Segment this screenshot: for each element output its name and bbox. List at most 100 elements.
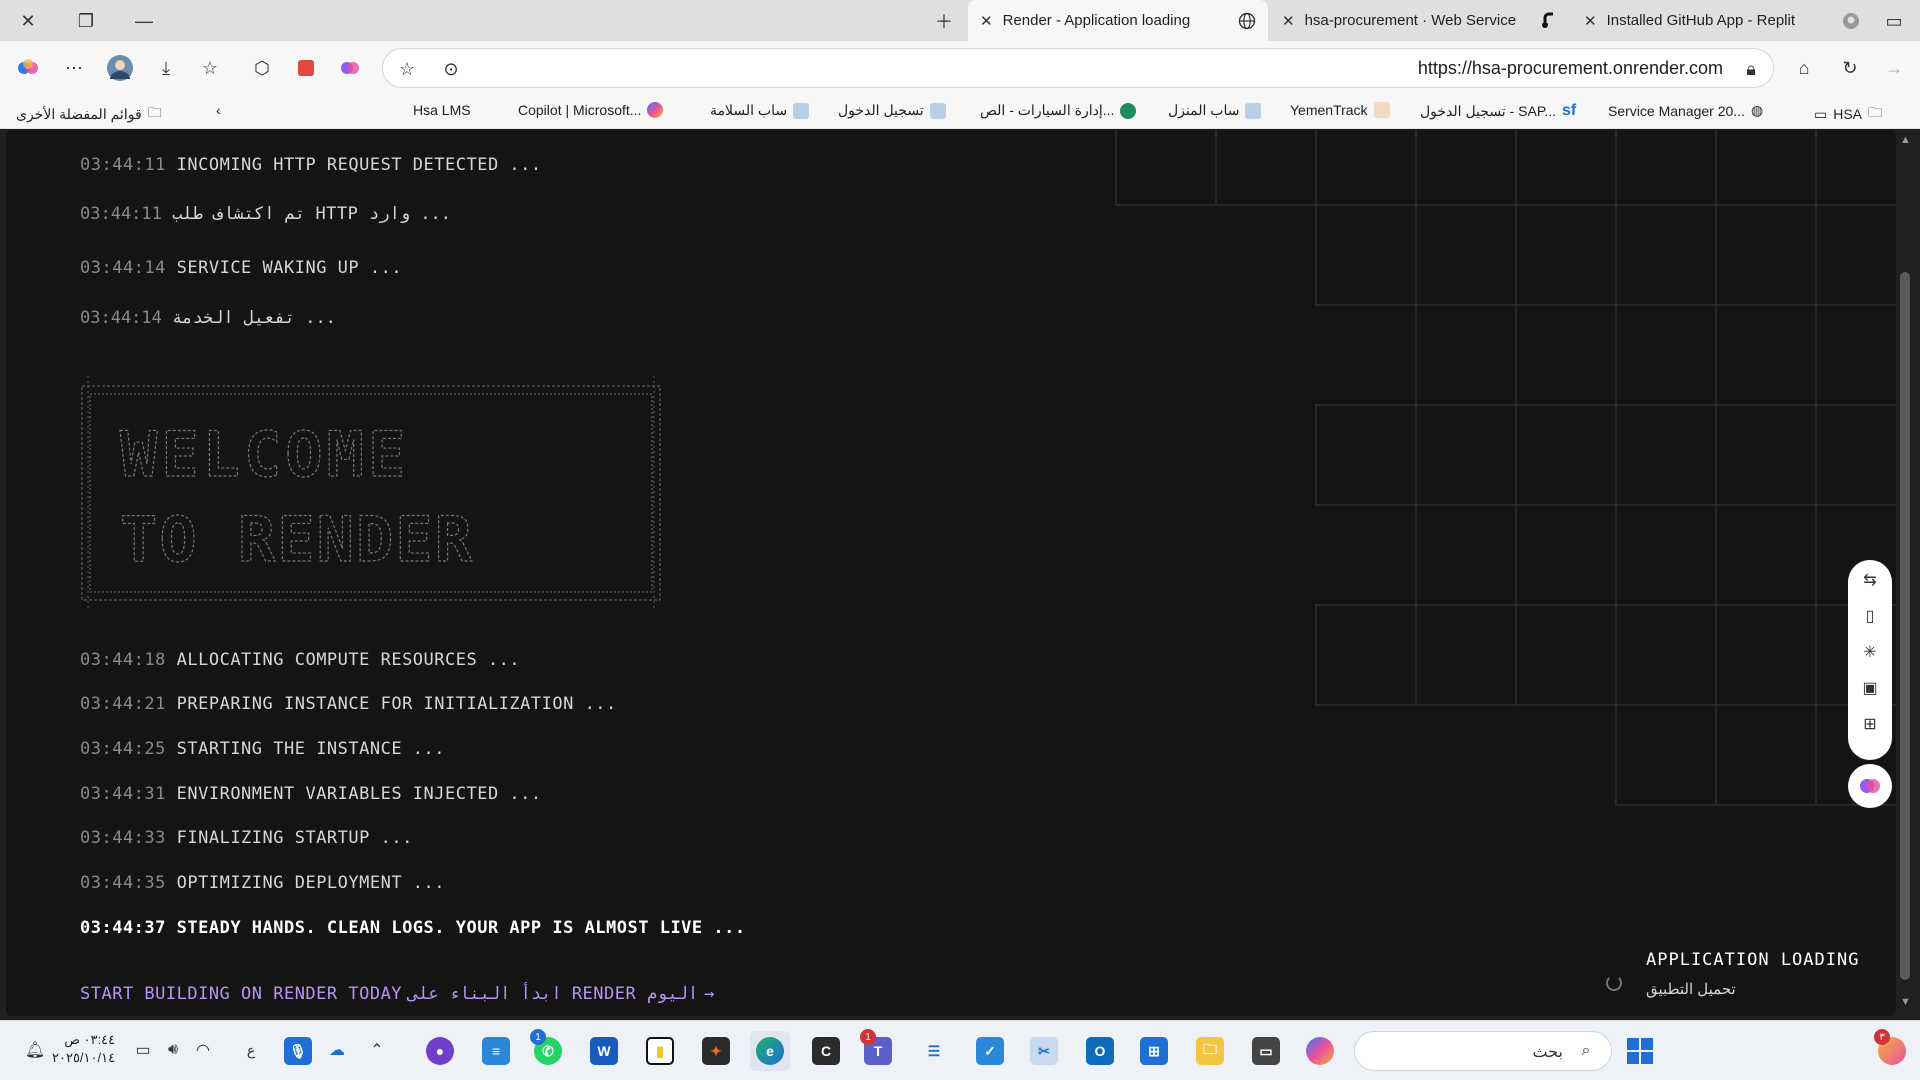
- fav-item[interactable]: Copilot | Microsoft...: [518, 102, 664, 118]
- copilot-pre-app[interactable]: [1300, 1031, 1340, 1071]
- grid-cell: [1315, 404, 1417, 506]
- page-info-icon[interactable]: ⊙: [437, 55, 465, 83]
- grid-cell: [1615, 130, 1717, 206]
- viva-app[interactable]: ✓: [970, 1031, 1010, 1071]
- fav-item[interactable]: YemenTrack: [1290, 102, 1390, 118]
- battery-icon[interactable]: ▭: [132, 1039, 154, 1061]
- grid-cell: [1415, 204, 1517, 306]
- pdf-extension-icon[interactable]: [292, 54, 320, 82]
- favorite-star-icon[interactable]: ☆: [393, 55, 421, 83]
- favorites-icon[interactable]: ☆: [196, 54, 224, 82]
- taskbar-search[interactable]: بحث ⌕: [1354, 1031, 1612, 1071]
- sap-icon: ✦: [702, 1037, 730, 1065]
- whatsapp-app[interactable]: ✆ 1: [528, 1029, 568, 1071]
- word-app[interactable]: W: [584, 1031, 624, 1071]
- welcome-banner: WELCOME TO RENDER: [80, 376, 662, 608]
- sidebar-toggle-icon[interactable]: ▭: [1880, 8, 1908, 34]
- close-tab-icon[interactable]: ✕: [1584, 12, 1597, 30]
- store-app[interactable]: ⊞: [1134, 1031, 1174, 1071]
- browser-toolbar: ⋯ ⤓ ☆ ⬡ ☆ ⊙ https://hsa-procurement.onre…: [0, 41, 1920, 95]
- notification-badge: 1: [860, 1029, 876, 1045]
- page-scrollbar[interactable]: ▲ ▼: [1896, 130, 1914, 1016]
- add-note-icon[interactable]: ⊞: [1858, 712, 1882, 736]
- github-desktop-app[interactable]: ●: [420, 1031, 460, 1071]
- home-icon[interactable]: ⌂: [1790, 54, 1818, 82]
- chart-icon: ▮: [646, 1037, 674, 1065]
- clock[interactable]: ٠٣:٤٤ ص ٢٠٢٥/١٠/١٤: [52, 1031, 115, 1067]
- onedrive-icon[interactable]: ☁: [326, 1039, 348, 1061]
- refresh-icon[interactable]: ↻: [1836, 54, 1864, 82]
- scroll-thumb[interactable]: [1900, 272, 1910, 980]
- fav-item[interactable]: ▭ HSA 🗀: [1814, 102, 1882, 126]
- close-tab-icon[interactable]: ✕: [1282, 12, 1295, 30]
- grid-cell: [1315, 204, 1417, 306]
- log-line: 03:44:33 FINALIZING STARTUP ...: [80, 828, 413, 848]
- translate-icon[interactable]: ⇆: [1858, 568, 1882, 592]
- brain-extension-icon[interactable]: [336, 54, 364, 82]
- powerbi-app[interactable]: ▮: [640, 1031, 680, 1071]
- file-explorer-app[interactable]: 🗀: [1190, 1031, 1230, 1071]
- start-button[interactable]: [1620, 1031, 1660, 1071]
- snipping-app[interactable]: ✂: [1024, 1031, 1064, 1071]
- scroll-down-icon[interactable]: ▼: [1900, 996, 1911, 1008]
- copilot-corner-button[interactable]: ٣: [1872, 1029, 1912, 1071]
- voice-typing-button[interactable]: 🎙︎: [278, 1031, 318, 1071]
- close-tab-icon[interactable]: ✕: [980, 12, 993, 30]
- outlook-app[interactable]: O: [1080, 1031, 1120, 1071]
- notification-bell-icon[interactable]: 🔔︎: [24, 1039, 46, 1061]
- log-line: 03:44:35 OPTIMIZING DEPLOYMENT ...: [80, 873, 446, 893]
- copilot-sidebar-button[interactable]: [1848, 764, 1892, 808]
- teams-app[interactable]: T 1: [858, 1029, 898, 1071]
- input-language[interactable]: ع: [240, 1039, 262, 1061]
- new-tab-button[interactable]: ＋: [930, 8, 958, 34]
- presentation-icon[interactable]: ▣: [1858, 676, 1882, 700]
- tab-hsa-procurement[interactable]: ✕ hsa-procurement · Web Service: [1270, 0, 1570, 41]
- restore-window-icon[interactable]: ❐: [72, 8, 100, 34]
- address-bar[interactable]: ☆ ⊙ https://hsa-procurement.onrender.com…: [382, 48, 1774, 88]
- notepad-app[interactable]: ≡: [476, 1031, 516, 1071]
- fav-item[interactable]: Hsa LMS: [413, 102, 493, 118]
- cursor-app[interactable]: C: [806, 1031, 846, 1071]
- grid-cell: [1815, 204, 1896, 306]
- sparkle-icon[interactable]: ✳: [1858, 640, 1882, 664]
- grid-cell: [1815, 304, 1896, 406]
- reading-view-icon[interactable]: ▯: [1858, 604, 1882, 628]
- tab-render-loading[interactable]: ✕ Render - Application loading: [968, 0, 1268, 41]
- lock-icon[interactable]: 🔒︎: [1737, 55, 1765, 83]
- grid-cell: [1515, 404, 1617, 506]
- profile-avatar[interactable]: [106, 54, 134, 82]
- folder-icon: 🗀: [1868, 104, 1883, 120]
- wifi-icon[interactable]: ◠: [192, 1039, 214, 1061]
- more-options-icon[interactable]: ⋯: [60, 54, 88, 82]
- folder-icon: 🗀: [1196, 1037, 1224, 1065]
- github-icon: [1842, 12, 1860, 30]
- scroll-up-icon[interactable]: ▲: [1900, 134, 1911, 146]
- grid-cell: [1715, 604, 1817, 706]
- forward-icon[interactable]: →: [1880, 54, 1908, 82]
- minimize-window-icon[interactable]: —: [130, 8, 158, 34]
- fav-item[interactable]: ساب السلامة: [710, 102, 810, 119]
- start-building-link[interactable]: START BUILDING ON RENDER TODAY ابدأ البن…: [80, 984, 715, 1004]
- copilot-icon[interactable]: [14, 54, 42, 82]
- close-window-icon[interactable]: ✕: [14, 8, 42, 34]
- tab-github-replit[interactable]: ✕ Installed GitHub App - Replit: [1572, 0, 1872, 41]
- volume-icon[interactable]: 🔊︎: [162, 1039, 184, 1061]
- extensions-icon[interactable]: ⬡: [248, 54, 276, 82]
- fav-item[interactable]: ساب المنزل: [1168, 102, 1262, 119]
- fav-item[interactable]: تسجيل الدخول: [838, 102, 946, 119]
- other-favorites-folder[interactable]: قوائم المفضلة الأخرى 🗀: [16, 102, 162, 126]
- tablet-app[interactable]: ▭: [1246, 1031, 1286, 1071]
- fav-item[interactable]: تسجيل الدخول - SAP... sf: [1420, 102, 1576, 120]
- fav-item[interactable]: إدارة السيارات - الص...: [980, 102, 1137, 119]
- grid-cell: [1715, 204, 1817, 306]
- favorites-scroll-left[interactable]: ‹: [216, 102, 221, 118]
- vscode-app[interactable]: ☰: [914, 1031, 954, 1071]
- loading-subtitle: تحميل التطبيق: [1646, 981, 1736, 998]
- sap-app[interactable]: ✦: [696, 1031, 736, 1071]
- edge-app-active[interactable]: e: [750, 1031, 790, 1071]
- chevron-up-icon[interactable]: ⌃: [366, 1039, 388, 1061]
- downloads-icon[interactable]: ⤓: [152, 54, 180, 82]
- grid-cell: [1715, 130, 1817, 206]
- fav-item[interactable]: Service Manager 20... ◍: [1608, 102, 1763, 119]
- grid-cell: [1615, 404, 1717, 506]
